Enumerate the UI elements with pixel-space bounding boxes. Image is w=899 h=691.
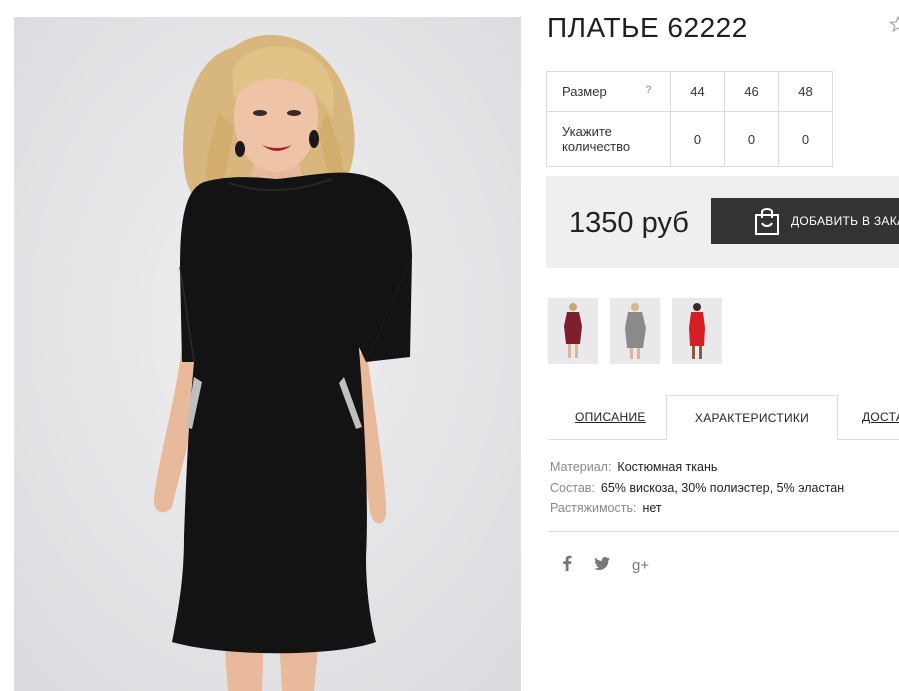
spec-value: Костюмная ткань	[617, 460, 718, 474]
quantity-label-line2: количество	[562, 139, 631, 154]
quantity-label-cell: Укажите количество	[546, 111, 671, 167]
spec-key: Материал:	[550, 460, 612, 474]
spec-value: 65% вискоза, 30% полиэстер, 5% эластан	[600, 480, 845, 495]
info-tabs: ОПИСАНИЕ ХАРАКТЕРИСТИКИ ДОСТАВКА	[548, 395, 899, 440]
size-option-48: 48	[778, 71, 833, 112]
star-icon[interactable]	[889, 16, 899, 32]
quantity-input-46[interactable]: 0	[724, 111, 779, 167]
spec-row-stretch: Растяжимость: нет	[550, 498, 844, 519]
tab-characteristics[interactable]: ХАРАКТЕРИСТИКИ	[666, 395, 838, 440]
spec-row-composition: Состав: 65% вискоза, 30% полиэстер, 5% эл…	[550, 478, 844, 499]
product-photo[interactable]	[14, 17, 521, 691]
size-label: Размер	[562, 84, 607, 99]
spec-key: Растяжимость:	[550, 501, 637, 515]
tab-description[interactable]: ОПИСАНИЕ	[575, 395, 646, 439]
thumbnail-grey-dress[interactable]	[610, 298, 660, 364]
size-option-46: 46	[724, 71, 779, 112]
color-thumbnails	[548, 298, 722, 364]
quantity-input-44[interactable]: 0	[670, 111, 725, 167]
buy-box: 1350 руб ДОБАВИТЬ В ЗАКАЗ	[546, 176, 899, 268]
thumbnail-burgundy-dress[interactable]	[548, 298, 598, 364]
dress-thumbnail-image	[689, 303, 705, 359]
size-label-cell: Размер ?	[546, 71, 671, 112]
add-to-order-label: ДОБАВИТЬ В ЗАКАЗ	[791, 214, 899, 228]
facebook-icon[interactable]	[562, 555, 572, 575]
tab-delivery[interactable]: ДОСТАВКА	[862, 395, 899, 439]
size-help-icon[interactable]: ?	[645, 84, 652, 96]
product-title: ПЛАТЬЕ 62222	[547, 12, 748, 43]
divider	[548, 531, 899, 532]
spec-key: Состав:	[550, 480, 595, 495]
shopping-bag-icon	[753, 206, 781, 236]
thumbnail-red-dress[interactable]	[672, 298, 722, 364]
twitter-icon[interactable]	[594, 556, 610, 574]
size-table: Размер ? 44 46 48 Укажите количество 0 0…	[546, 71, 833, 167]
model-in-black-dress-image	[14, 17, 521, 691]
dress-thumbnail-image	[625, 303, 646, 359]
size-option-44: 44	[670, 71, 725, 112]
product-price: 1350 руб	[569, 207, 689, 239]
quantity-label-line1: Укажите	[562, 124, 612, 139]
spec-value: нет	[642, 501, 662, 515]
social-share: g+	[562, 555, 649, 575]
add-to-order-button[interactable]: ДОБАВИТЬ В ЗАКАЗ	[711, 198, 899, 244]
spec-row-material: Материал: Костюмная ткань	[550, 457, 844, 478]
specs-list: Материал: Костюмная ткань Состав: 65% виск…	[550, 457, 844, 519]
google-plus-icon[interactable]: g+	[632, 557, 649, 574]
dress-thumbnail-image	[564, 303, 582, 358]
quantity-input-48[interactable]: 0	[778, 111, 833, 167]
